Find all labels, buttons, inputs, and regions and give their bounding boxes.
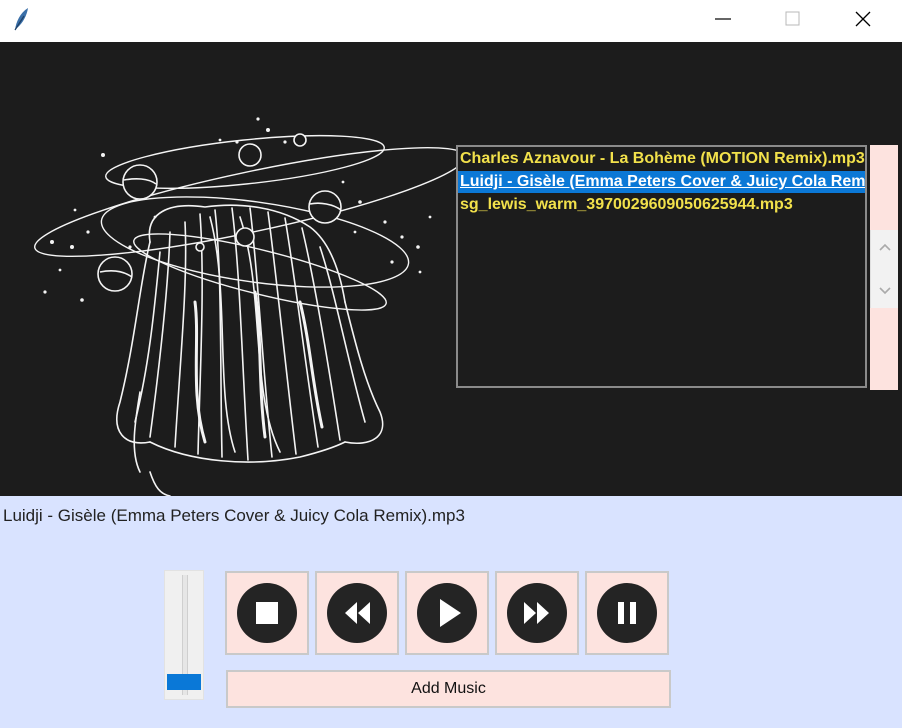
close-button[interactable] [828,0,898,38]
fast-forward-button[interactable] [495,571,579,655]
playlist-item[interactable]: Charles Aznavour - La Bohème (MOTION Rem… [458,147,865,171]
stop-icon [237,583,297,643]
rewind-icon [327,583,387,643]
volume-slider[interactable] [164,570,204,700]
maximize-button[interactable] [758,0,828,38]
scrollbar-thumb[interactable] [870,230,898,308]
play-button[interactable] [405,571,489,655]
fast-forward-icon [507,583,567,643]
rewind-button[interactable] [315,571,399,655]
scroll-up-icon[interactable] [878,242,892,252]
playlist-item-selected[interactable]: Luidji - Gisèle (Emma Peters Cover & Jui… [458,171,865,193]
minimize-button[interactable] [688,0,758,38]
play-icon [417,583,477,643]
maximize-icon [785,11,800,26]
feather-icon [12,6,32,32]
close-icon [855,11,871,27]
playlist-scrollbar[interactable] [870,145,898,390]
title-bar [0,0,902,42]
stop-button[interactable] [225,571,309,655]
playlist-listbox[interactable]: Charles Aznavour - La Bohème (MOTION Rem… [456,145,867,388]
playlist-item[interactable]: sg_lewis_warm_3970029609050625944.mp3 [458,193,865,217]
pause-icon [597,583,657,643]
pause-button[interactable] [585,571,669,655]
volume-thumb[interactable] [167,673,201,690]
add-music-button[interactable]: Add Music [226,670,671,708]
minimize-icon [715,18,731,20]
scroll-down-icon[interactable] [878,286,892,296]
now-playing-label: Luidji - Gisèle (Emma Peters Cover & Jui… [3,506,465,525]
